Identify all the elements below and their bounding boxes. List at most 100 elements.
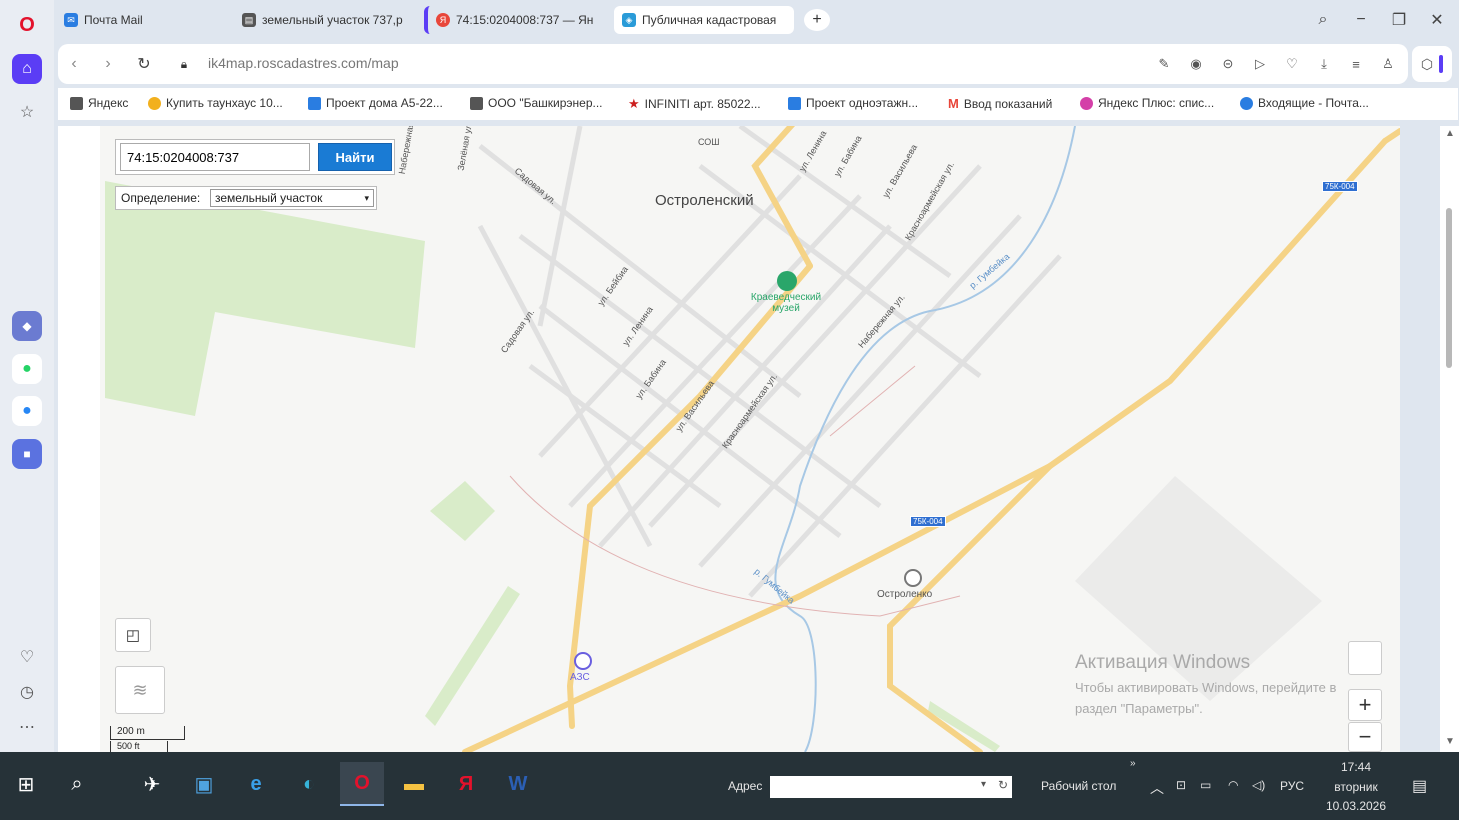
notifications-icon[interactable]: ▤ xyxy=(1412,776,1427,796)
forward-icon[interactable]: › xyxy=(96,52,120,76)
star-icon[interactable]: ☆ xyxy=(12,97,42,127)
page-left-margin xyxy=(58,126,100,752)
extensions-icon[interactable]: ⬡ xyxy=(1412,46,1452,82)
app-launcher-icon[interactable]: ✈ xyxy=(130,762,174,806)
windows-start-icon[interactable]: ⊞ xyxy=(4,762,48,806)
scroll-up-icon[interactable]: ▲ xyxy=(1445,128,1455,139)
chevron-down-icon: ▾ xyxy=(364,193,369,203)
station-label: Остроленко xyxy=(877,589,933,600)
new-tab-button[interactable]: + xyxy=(804,9,830,31)
whatsapp-icon[interactable]: ● xyxy=(12,354,42,384)
menu-icon[interactable]: ≡ xyxy=(1346,54,1366,74)
more-icon[interactable]: ⋯ xyxy=(12,712,42,742)
bookmark-item[interactable]: Яндекс Плюс: спис... xyxy=(1080,96,1214,110)
restore-icon[interactable]: ❐ xyxy=(1386,8,1412,32)
url-field[interactable]: ik4map.roscadastres.com/map xyxy=(208,55,399,71)
school-label: СОШ xyxy=(698,137,720,147)
edit-icon[interactable]: ✎ xyxy=(1154,54,1174,74)
scale-bar-secondary: 500 ft xyxy=(110,741,168,752)
gas-station-icon[interactable] xyxy=(574,652,592,670)
minimize-icon[interactable]: − xyxy=(1348,8,1374,32)
bookmark-item[interactable]: M Ввод показаний xyxy=(948,96,1052,111)
internet-explorer-icon[interactable]: e xyxy=(234,762,278,806)
tab-yandex[interactable]: Я 74:15:0204008:737 — Ян xyxy=(424,6,604,34)
yandex-browser-icon[interactable]: Я xyxy=(444,762,488,806)
cadastral-map[interactable]: Остроленский Краеведческий музей АЗС Ост… xyxy=(100,126,1400,752)
camera-icon[interactable]: ◉ xyxy=(1186,54,1206,74)
bookmark-item[interactable]: Проект дома А5-22... xyxy=(308,96,443,110)
adblock-icon[interactable]: ⊝ xyxy=(1218,54,1238,74)
museum-icon[interactable] xyxy=(777,271,797,291)
activation-text: раздел "Параметры". xyxy=(1075,701,1203,716)
zoom-in-button[interactable]: + xyxy=(1348,689,1382,721)
map-option-button[interactable] xyxy=(1348,641,1382,675)
zoom-out-button[interactable]: − xyxy=(1348,722,1382,752)
file-explorer-icon[interactable]: ▬ xyxy=(392,762,436,806)
history-icon[interactable]: ◷ xyxy=(12,677,42,707)
yandex-icon: Я xyxy=(436,13,450,27)
document-icon: ▤ xyxy=(242,13,256,27)
tab-cadastral-map[interactable]: ◈ Публичная кадастровая xyxy=(614,6,794,34)
bookmark-item[interactable]: ООО "Башкирэнер... xyxy=(470,96,603,110)
heart-icon[interactable]: ♡ xyxy=(12,642,42,672)
heart-outline-icon[interactable]: ♡ xyxy=(1282,54,1302,74)
close-icon[interactable]: ✕ xyxy=(1424,8,1450,32)
activation-text: Чтобы активировать Windows, перейдите в xyxy=(1075,680,1337,695)
bookmark-item[interactable]: Яндекс xyxy=(70,96,128,110)
fullscreen-button[interactable]: ◰ xyxy=(115,618,151,652)
profile-icon[interactable]: ♙ xyxy=(1378,54,1398,74)
player-icon[interactable]: ▷ xyxy=(1250,54,1270,74)
bookmark-item[interactable]: ★ INFINITI арт. 85022... xyxy=(628,96,761,112)
layers-button[interactable]: ≋ xyxy=(115,666,165,714)
search-icon[interactable]: ⌕ xyxy=(55,762,99,806)
tab-mail[interactable]: ✉ Почта Mail xyxy=(56,6,226,34)
definition-value: земельный участок xyxy=(215,191,323,205)
reload-icon[interactable]: ↻ xyxy=(132,52,156,76)
download-icon[interactable]: ⤓ xyxy=(1314,54,1334,74)
definition-panel: Определение: земельный участок ▾ xyxy=(115,186,377,210)
wifi-icon[interactable]: ◠ xyxy=(1228,778,1238,792)
network-icon[interactable]: ⊡ xyxy=(1176,778,1186,792)
show-hidden-icons[interactable]: ︿ xyxy=(1150,778,1164,798)
bookmark-item[interactable]: Входящие - Почта... xyxy=(1240,96,1369,110)
bookmark-label: Проект одноэтажн... xyxy=(806,96,919,110)
river xyxy=(774,126,1076,752)
clock-time[interactable]: 17:44 xyxy=(1322,760,1390,774)
opera-logo-icon[interactable]: O xyxy=(12,10,42,40)
control-panel-icon[interactable]: ▣ xyxy=(182,762,226,806)
bookmark-item[interactable]: Купить таунхаус 10... xyxy=(148,96,283,110)
opera-taskbar-icon[interactable]: O xyxy=(340,762,384,806)
map-icon: ◈ xyxy=(622,13,636,27)
park-area xyxy=(105,181,425,416)
edge-icon[interactable]: ◐ xyxy=(287,762,331,806)
back-icon[interactable]: ‹ xyxy=(62,52,86,76)
address-bar-row: ‹ › ↻ 🔒︎ ik4map.roscadastres.com/map ✎ ◉… xyxy=(58,44,1408,84)
search-tabs-icon[interactable]: ⌕ xyxy=(1310,8,1336,32)
vk-icon[interactable]: ● xyxy=(12,396,42,426)
language-indicator[interactable]: РУС xyxy=(1280,779,1304,793)
toolbar-chevron-icon[interactable]: » xyxy=(1130,758,1136,769)
find-button[interactable]: Найти xyxy=(318,143,392,171)
station-icon[interactable] xyxy=(904,569,922,587)
settlement-label: Остроленский xyxy=(655,192,754,209)
scrollbar-thumb[interactable] xyxy=(1446,208,1452,368)
cadastral-number-input[interactable] xyxy=(120,143,310,171)
volume-icon[interactable]: ◁) xyxy=(1252,778,1265,792)
word-icon[interactable]: W xyxy=(496,762,540,806)
bookmark-label: Входящие - Почта... xyxy=(1258,96,1369,110)
bookmark-label: Купить таунхаус 10... xyxy=(166,96,283,110)
gas-station-label: АЗС xyxy=(570,672,590,683)
messenger-icon[interactable]: ■ xyxy=(12,439,42,469)
definition-select[interactable]: земельный участок ▾ xyxy=(210,189,374,207)
go-icon[interactable]: ↻ xyxy=(998,778,1008,792)
bookmark-item[interactable]: Проект одноэтажн... xyxy=(788,96,918,110)
home-icon[interactable]: ⌂ xyxy=(12,54,42,84)
aria-icon[interactable]: ◆ xyxy=(12,311,42,341)
battery-icon[interactable]: ▭ xyxy=(1200,778,1211,792)
page-scrollbar[interactable]: ▲ ▼ xyxy=(1440,126,1459,752)
taskbar-address-input[interactable]: ▾ ↻ xyxy=(770,776,1012,798)
green-strip xyxy=(928,701,1000,752)
desktop-toolbar-label[interactable]: Рабочий стол xyxy=(1041,779,1116,793)
scroll-down-icon[interactable]: ▼ xyxy=(1445,736,1455,747)
tab-document[interactable]: ▤ земельный участок 737,р xyxy=(234,6,414,34)
